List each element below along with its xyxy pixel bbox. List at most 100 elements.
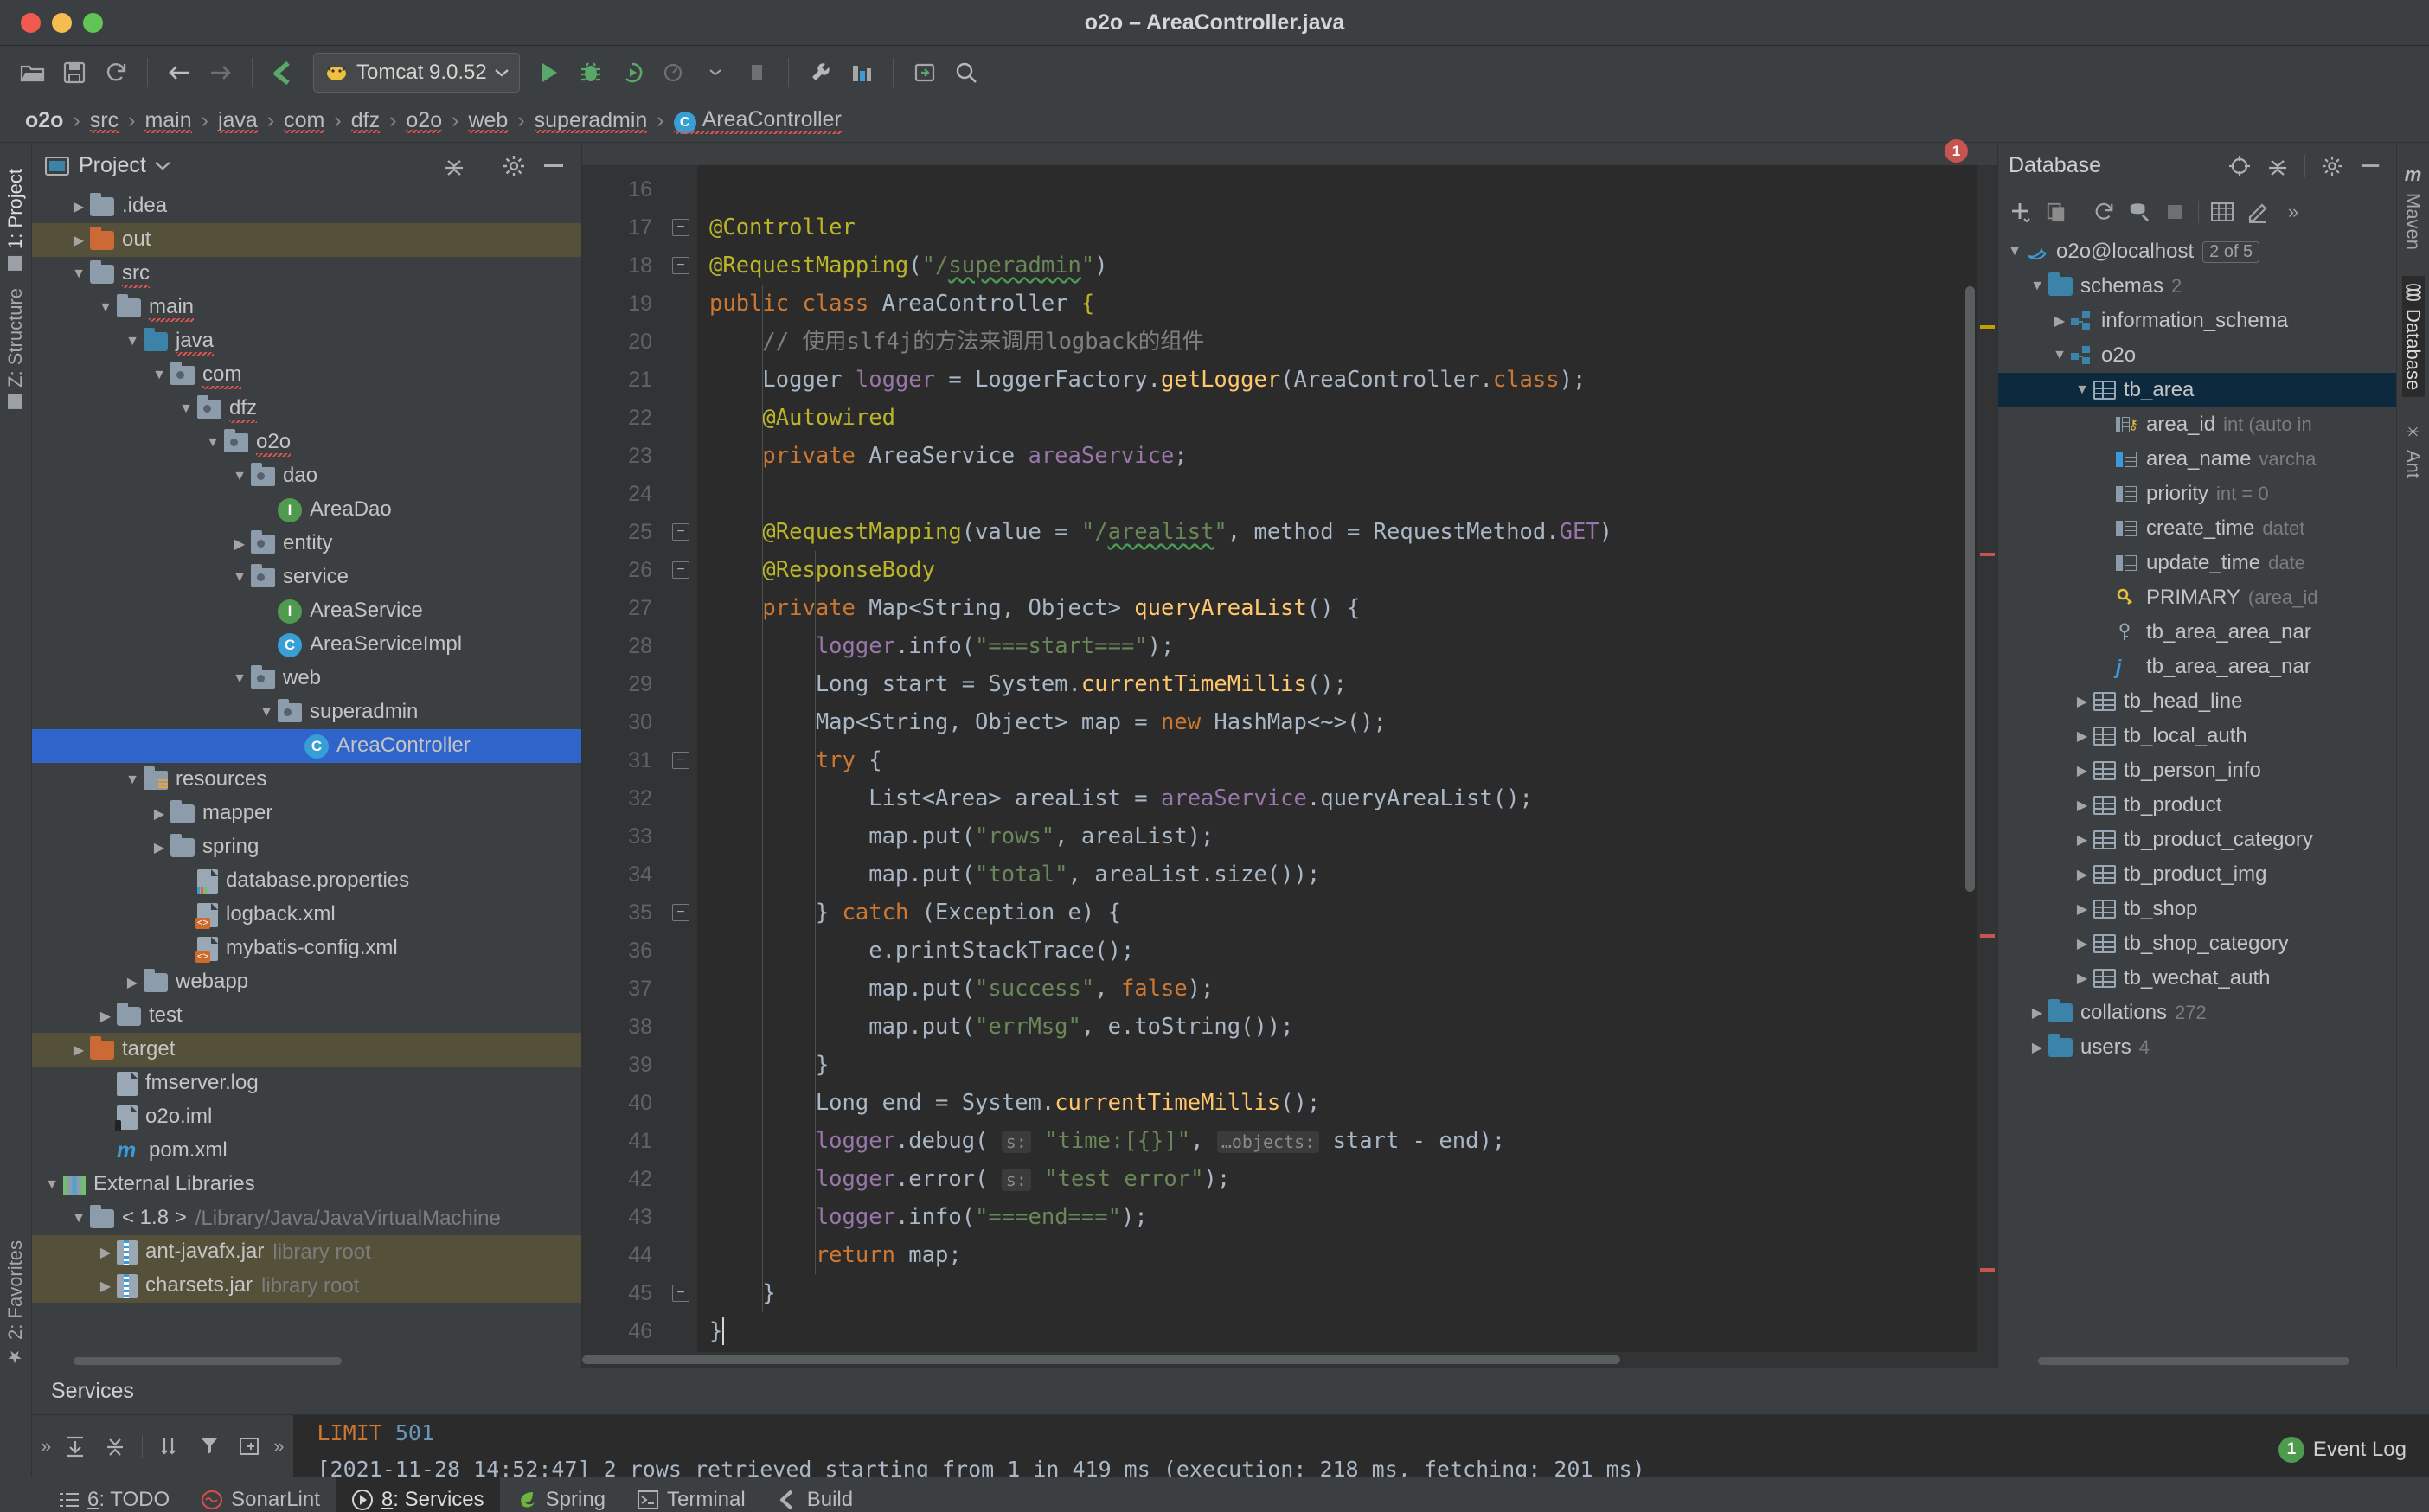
sidebar-item-database[interactable]: Database xyxy=(2401,276,2425,398)
db-tree-item-primary[interactable]: PRIMARY (area_id xyxy=(1998,580,2396,615)
chevron-right-icon[interactable]: ▶ xyxy=(67,198,90,215)
hide-panel-icon[interactable] xyxy=(2355,151,2386,182)
tree-item-spring[interactable]: ▶ spring xyxy=(32,830,581,864)
data-source-properties-icon[interactable] xyxy=(2124,196,2155,227)
chevron-right-icon[interactable]: ▶ xyxy=(2048,312,2071,330)
scroll-to-end-icon[interactable] xyxy=(60,1431,91,1462)
db-tree-item-o2o-localhost[interactable]: ▼ o2o@localhost 2 of 5 xyxy=(1998,234,2396,269)
code-line[interactable]: map.put("rows", areaList); xyxy=(697,817,1997,855)
back-arrow-icon[interactable] xyxy=(160,54,198,92)
line-number[interactable]: 19 xyxy=(582,285,664,323)
sidebar-item-ant[interactable]: ✳ Ant xyxy=(2402,416,2425,485)
filter-icon[interactable] xyxy=(194,1431,225,1462)
db-tree-item-update-time[interactable]: update_time date xyxy=(1998,546,2396,580)
chevron-right-icon[interactable]: ▶ xyxy=(94,1278,117,1295)
chevron-down-icon[interactable]: ▼ xyxy=(228,570,251,586)
line-number[interactable]: 35 xyxy=(582,894,664,932)
db-tree-item-area-id[interactable]: ⚷ area_id int (auto in xyxy=(1998,407,2396,442)
collapse-fold-icon[interactable]: − xyxy=(672,904,689,921)
project-tree-hscrollbar[interactable] xyxy=(32,1354,581,1368)
chevron-down-icon[interactable]: ▼ xyxy=(121,334,144,349)
tree-item-web[interactable]: ▼ web xyxy=(32,662,581,695)
tab-services[interactable]: 8: Services xyxy=(335,1477,500,1512)
tree-item--idea[interactable]: ▶ .idea xyxy=(32,189,581,223)
tool-window-tabs[interactable]: 6: TODO SonarLint 8: Services Spring Termina… xyxy=(0,1477,2429,1512)
tree-item-database-properties[interactable]: database.properties xyxy=(32,864,581,898)
tree-item-service[interactable]: ▼ service xyxy=(32,561,581,594)
chevron-down-icon[interactable]: ▼ xyxy=(2071,382,2093,398)
code-line[interactable]: @ResponseBody xyxy=(697,551,1997,589)
refresh-icon[interactable] xyxy=(2088,196,2119,227)
line-number[interactable]: 21 xyxy=(582,361,664,399)
breadcrumb-item-main[interactable]: main xyxy=(138,108,197,133)
tree-item-java[interactable]: ▼ java xyxy=(32,324,581,358)
code-line[interactable]: map.put("total", areaList.size()); xyxy=(697,855,1997,894)
breadcrumb-item-superadmin[interactable]: superadmin xyxy=(529,108,654,133)
chevron-down-icon[interactable]: ▼ xyxy=(175,401,197,417)
fold-toggle-icon[interactable]: − xyxy=(664,247,697,285)
error-marker-3[interactable] xyxy=(1980,1268,1995,1272)
add-data-source-icon[interactable] xyxy=(2005,196,2036,227)
code-line[interactable]: List<Area> areaList = areaService.queryA… xyxy=(697,779,1997,817)
line-number[interactable]: 34 xyxy=(582,855,664,894)
minimize-window-button[interactable] xyxy=(52,12,72,33)
code-line[interactable]: e.printStackTrace(); xyxy=(697,932,1997,970)
line-number[interactable]: 29 xyxy=(582,665,664,703)
fold-toggle-icon[interactable]: − xyxy=(664,551,697,589)
chevron-right-icon[interactable]: ▶ xyxy=(148,805,170,823)
run-configuration-selector[interactable]: Tomcat 9.0.52 xyxy=(313,52,520,93)
chevron-down-icon[interactable]: ▼ xyxy=(121,772,144,788)
line-number[interactable]: 28 xyxy=(582,627,664,665)
chevron-down-icon[interactable]: ▼ xyxy=(228,671,251,687)
line-number[interactable]: 33 xyxy=(582,817,664,855)
more-options-icon[interactable]: » xyxy=(2278,196,2309,227)
chevron-down-icon[interactable]: ▼ xyxy=(2026,279,2048,294)
collapse-fold-icon[interactable]: − xyxy=(672,1285,689,1302)
fold-toggle-icon[interactable]: − xyxy=(664,513,697,551)
breadcrumb-item-web[interactable]: web xyxy=(462,108,514,133)
db-tree-item-create-time[interactable]: create_time datet xyxy=(1998,511,2396,546)
code-line[interactable]: } xyxy=(697,1274,1997,1312)
db-tree-item-schemas[interactable]: ▼ schemas 2 xyxy=(1998,269,2396,304)
chevron-down-icon[interactable]: ▼ xyxy=(228,469,251,484)
locate-icon[interactable] xyxy=(2224,151,2255,182)
code-line[interactable]: private Map<String, Object> queryAreaLis… xyxy=(697,589,1997,627)
error-count-badge[interactable]: 1 xyxy=(1945,139,1968,163)
chevron-right-icon[interactable]: ▶ xyxy=(2071,970,2093,987)
code-line[interactable]: } catch (Exception e) { xyxy=(697,894,1997,932)
tree-item-logback-xml[interactable]: <> logback.xml xyxy=(32,898,581,932)
code-line[interactable]: map.put("success", false); xyxy=(697,970,1997,1008)
chevron-right-icon[interactable]: ▶ xyxy=(2071,727,2093,745)
line-number[interactable]: 46 xyxy=(582,1312,664,1350)
fold-toggle-icon[interactable]: − xyxy=(664,741,697,779)
line-number[interactable]: 40 xyxy=(582,1084,664,1122)
tree-item-com[interactable]: ▼ com xyxy=(32,358,581,392)
line-number[interactable]: 45 xyxy=(582,1274,664,1312)
db-tree-item-collations[interactable]: ▶ collations 272 xyxy=(1998,996,2396,1030)
editor-horizontal-scrollbar[interactable] xyxy=(582,1352,1997,1368)
edit-icon[interactable] xyxy=(2242,196,2273,227)
more-icon-2[interactable]: » xyxy=(273,1435,284,1458)
tree-item-areacontroller[interactable]: C AreaController xyxy=(32,729,581,763)
sync-icon[interactable] xyxy=(97,54,135,92)
db-tree-item-tb-area[interactable]: ▼ tb_area xyxy=(1998,373,2396,407)
tree-item-superadmin[interactable]: ▼ superadmin xyxy=(32,695,581,729)
chevron-right-icon[interactable]: ▶ xyxy=(2071,866,2093,883)
more-options-icon[interactable]: » xyxy=(41,1435,51,1458)
db-tree-item-o2o[interactable]: ▼ o2o xyxy=(1998,338,2396,373)
chevron-down-icon[interactable]: ▼ xyxy=(202,435,224,451)
chevron-right-icon[interactable]: ▶ xyxy=(121,974,144,991)
code-folding-column[interactable]: − − − − − − − xyxy=(664,165,697,1352)
line-number[interactable]: 25 xyxy=(582,513,664,551)
error-marker-2[interactable] xyxy=(1980,934,1995,938)
db-tree-item-information-schema[interactable]: ▶ information_schema xyxy=(1998,304,2396,338)
code-line[interactable]: } xyxy=(697,1046,1997,1084)
chevron-right-icon[interactable]: ▶ xyxy=(2071,762,2093,779)
line-number[interactable]: 22 xyxy=(582,399,664,437)
code-line[interactable] xyxy=(697,170,1997,208)
collapse-all-icon[interactable] xyxy=(2262,151,2293,182)
db-tree-item-area-name[interactable]: area_name varcha xyxy=(1998,442,2396,477)
breadcrumb-item-o2o[interactable]: o2o xyxy=(400,108,448,133)
db-tree-item-tb-person-info[interactable]: ▶ tb_person_info xyxy=(1998,753,2396,788)
deploy-icon[interactable] xyxy=(906,54,944,92)
